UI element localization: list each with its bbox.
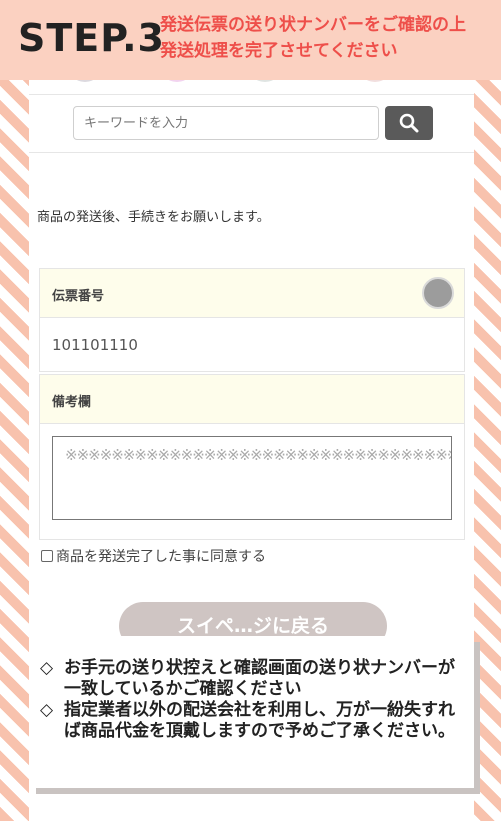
diamond-bullet-icon: ◇ (40, 658, 54, 678)
remarks-label-row: 備考欄 (39, 374, 465, 424)
slip-number-field[interactable]: 101101110 (39, 318, 465, 372)
step-instruction-line2: 発送処理を完了させてください (160, 41, 398, 61)
divider (29, 152, 474, 153)
slip-number-label-row: 伝票番号 (39, 268, 465, 318)
search-icon (399, 113, 419, 133)
notes-box: ◇ お手元の送り状控えと確認画面の送り状ナンバーが一致しているかご確認ください … (30, 636, 474, 788)
remarks-label: 備考欄 (52, 395, 92, 410)
step-instruction-line1: 発送伝票の送り状ナンバーをご確認の上 (160, 15, 466, 35)
agree-label: 商品を発送完了した事に同意する (56, 549, 266, 565)
note-item: ◇ お手元の送り状控えと確認画面の送り状ナンバーが一致しているかご確認ください (40, 658, 464, 700)
search-input[interactable] (73, 106, 379, 140)
step-header: STEP.3 発送伝票の送り状ナンバーをご確認の上 発送処理を完了させてください (0, 0, 501, 80)
step-instruction: 発送伝票の送り状ナンバーをご確認の上 発送処理を完了させてください (160, 12, 500, 64)
diamond-bullet-icon: ◇ (40, 700, 54, 720)
step-title: STEP.3 (18, 16, 165, 60)
remarks-textarea[interactable]: ※※※※※※※※※※※※※※※※※※※※※※※※※※※※※※※※※※※※※※※※… (52, 436, 452, 520)
note-item: ◇ 指定業者以外の配送会社を利用し、万が一紛失すれば商品代金を頂戴しますので予め… (40, 700, 464, 742)
intro-text: 商品の発送後、手続きをお願いします。 (37, 210, 270, 225)
slip-number-label: 伝票番号 (52, 289, 105, 304)
agree-checkbox[interactable] (41, 550, 53, 562)
divider (29, 94, 474, 95)
remarks-container: ※※※※※※※※※※※※※※※※※※※※※※※※※※※※※※※※※※※※※※※※… (39, 424, 465, 540)
toggle-circle-icon[interactable] (422, 277, 454, 309)
note-text: お手元の送り状控えと確認画面の送り状ナンバーが一致しているかご確認ください (64, 658, 455, 699)
agree-checkbox-row[interactable]: 商品を発送完了した事に同意する (41, 546, 266, 566)
note-text: 指定業者以外の配送会社を利用し、万が一紛失すれば商品代金を頂戴しますので予めご了… (64, 700, 455, 741)
search-button[interactable] (385, 106, 433, 140)
